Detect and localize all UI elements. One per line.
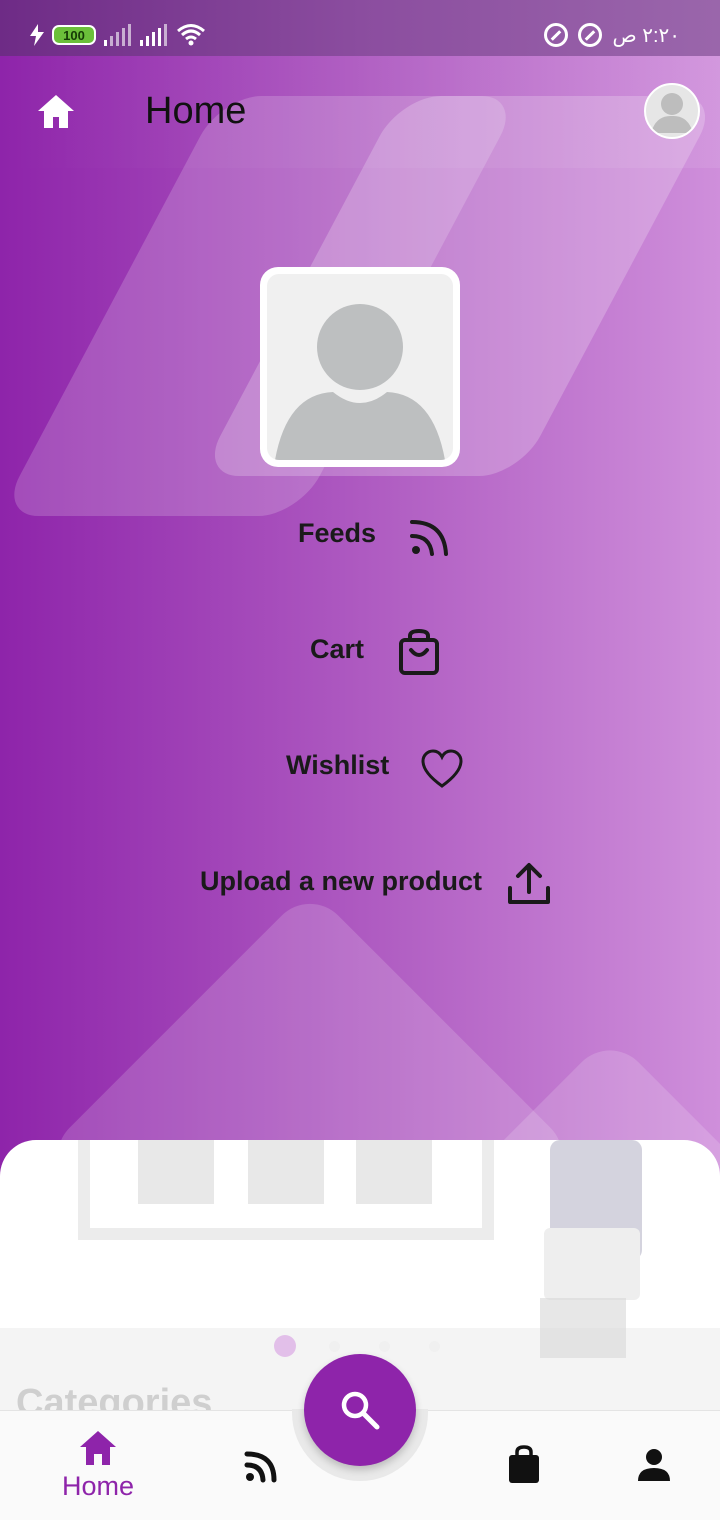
menu-item-upload-product[interactable]: Upload a new product	[200, 866, 482, 897]
profile-placeholder	[267, 274, 453, 460]
status-icons-right: ٢:٢٠ ص	[544, 20, 680, 50]
heart-icon	[421, 749, 463, 788]
rss-icon	[410, 520, 448, 556]
nav-item-profile[interactable]	[634, 1447, 674, 1483]
home-icon	[80, 1431, 116, 1465]
carousel-dot[interactable]	[329, 1341, 340, 1352]
menu-item-wishlist[interactable]: Wishlist	[286, 750, 389, 781]
decor-shape	[41, 887, 579, 1176]
menu-item-feeds[interactable]: Feeds	[298, 518, 376, 549]
signal-icon	[104, 24, 131, 46]
charging-icon	[30, 24, 44, 46]
wifi-icon	[177, 24, 205, 46]
banner-illustration-item	[248, 1140, 324, 1204]
shopping-bag-icon	[399, 628, 439, 675]
carousel-dot-active[interactable]	[274, 1335, 296, 1357]
banner-illustration-item	[356, 1140, 432, 1204]
nav-item-label: Home	[61, 1471, 135, 1501]
menu-item-label: Wishlist	[286, 750, 390, 780]
status-bar: 100 ٢:٢٠ ص	[0, 0, 720, 56]
home-icon[interactable]	[36, 92, 76, 132]
page-title: Home	[145, 90, 247, 132]
do-not-disturb-icon-2	[578, 23, 603, 47]
app-bar: Home	[0, 56, 720, 168]
battery-indicator: 100	[52, 25, 96, 45]
menu-item-label: Upload a new product	[200, 866, 483, 896]
do-not-disturb-icon	[544, 23, 569, 47]
menu-item-label: Feeds	[298, 518, 377, 548]
drawer-panel: Home Feeds Cart Wishlist Upload a new pr…	[0, 56, 720, 1176]
search-icon	[341, 1391, 380, 1430]
signal-icon-2	[140, 24, 167, 46]
banner-illustration-item	[138, 1140, 214, 1204]
nav-item-cart[interactable]	[504, 1445, 544, 1485]
profile-image[interactable]	[260, 267, 460, 467]
shopping-bag-icon	[509, 1445, 539, 1483]
person-placeholder-icon	[275, 304, 445, 460]
status-icons-left: 100	[30, 20, 206, 50]
search-fab[interactable]	[304, 1354, 416, 1466]
person-avatar-icon	[651, 93, 693, 133]
carousel-dot[interactable]	[429, 1341, 440, 1352]
banner-illustration-box	[544, 1228, 640, 1300]
avatar[interactable]	[644, 83, 700, 139]
status-time: ٢:٢٠ ص	[612, 24, 680, 47]
menu-item-label: Cart	[310, 634, 365, 664]
upload-icon	[508, 863, 550, 904]
nav-item-feeds[interactable]	[242, 1449, 282, 1483]
rss-icon	[244, 1451, 277, 1483]
person-icon	[638, 1449, 670, 1481]
nav-item-home[interactable]: Home	[58, 1429, 138, 1502]
carousel-dot[interactable]	[379, 1341, 390, 1352]
menu-item-cart[interactable]: Cart	[310, 634, 364, 665]
